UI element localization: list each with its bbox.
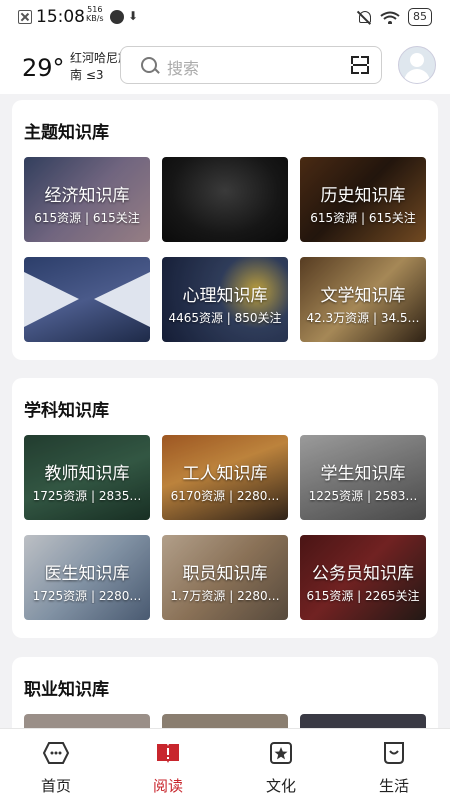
tile-name: 文学知识库 [320, 286, 406, 306]
section-subject-library: 学科知识库 教师知识库 1725资源 | 2835… 工人知识库 6170资源 … [12, 378, 438, 638]
tab-label: 首页 [40, 777, 71, 795]
mute-bell-icon [356, 9, 372, 25]
tile-stats: 615资源 | 615关注 [34, 211, 140, 225]
section-title: 学科知识库 [24, 401, 109, 421]
tab-reading[interactable]: 阅读 [112, 729, 224, 801]
tile-stats: 1225资源 | 2583… [308, 489, 418, 503]
library-tile-abstract[interactable] [24, 257, 150, 342]
tile-stats: 4465资源 | 850关注 [168, 311, 282, 325]
life-icon [384, 742, 404, 764]
browser-notification-icon [110, 10, 124, 24]
avatar[interactable] [398, 46, 436, 84]
tab-label: 生活 [378, 777, 409, 795]
tile-decoration [24, 272, 150, 327]
weather-temperature: 29° [22, 54, 65, 82]
library-tile-doctor[interactable]: 医生知识库 1725资源 | 2280… [24, 535, 150, 620]
network-speed-value: 516 [87, 5, 103, 14]
tile-name: 公务员知识库 [312, 564, 414, 584]
download-icon: ⬇ [128, 9, 139, 23]
library-tile-civil-servant[interactable]: 公务员知识库 615资源 | 2265关注 [300, 535, 426, 620]
tab-label: 阅读 [152, 777, 183, 795]
library-tile-dark[interactable] [162, 157, 288, 242]
library-tile-history[interactable]: 历史知识库 615资源 | 615关注 [300, 157, 426, 242]
reading-icon [157, 744, 179, 763]
search-icon [141, 57, 157, 73]
tile-stats: 1725资源 | 2280… [32, 589, 142, 603]
app-notification-icon [18, 10, 32, 24]
tab-label: 文化 [265, 777, 296, 795]
tile-name: 心理知识库 [182, 286, 268, 306]
wifi-icon [380, 10, 400, 24]
search-input[interactable]: 搜索 [120, 46, 382, 84]
tile-name: 历史知识库 [320, 186, 406, 206]
tile-name: 工人知识库 [182, 464, 268, 484]
tile-stats: 1725资源 | 2835… [32, 489, 142, 503]
tile-name: 经济知识库 [44, 186, 130, 206]
library-tile-student[interactable]: 学生知识库 1225资源 | 2583… [300, 435, 426, 520]
section-theme-library: 主题知识库 经济知识库 615资源 | 615关注 历史知识库 615资源 | … [12, 100, 438, 360]
bottom-tab-bar: 首页 阅读 文化 生活 [0, 728, 450, 801]
tile-stats: 6170资源 | 2280… [170, 489, 280, 503]
top-header: 29° 红河哈尼族彝族自治州 南 ≤3 搜索 [0, 34, 450, 94]
status-bar: 15:08 516 KB/s ⬇ 85 [0, 0, 450, 34]
tile-name: 教师知识库 [44, 464, 130, 484]
tile-name: 医生知识库 [44, 564, 130, 584]
tile-name: 学生知识库 [320, 464, 406, 484]
section-title: 主题知识库 [24, 123, 109, 143]
library-tile-worker[interactable]: 工人知识库 6170资源 | 2280… [162, 435, 288, 520]
library-tile-economics[interactable]: 经济知识库 615资源 | 615关注 [24, 157, 150, 242]
tile-stats: 615资源 | 615关注 [310, 211, 416, 225]
tab-home[interactable]: 首页 [0, 729, 112, 801]
tile-stats: 1.7万资源 | 2280… [170, 589, 280, 603]
tile-stats: 615资源 | 2265关注 [306, 589, 420, 603]
battery-indicator: 85 [408, 8, 432, 26]
section-title: 职业知识库 [24, 680, 109, 700]
library-tile-teacher[interactable]: 教师知识库 1725资源 | 2835… [24, 435, 150, 520]
network-speed: 516 KB/s [86, 5, 104, 23]
culture-icon [270, 742, 292, 764]
network-speed-unit: KB/s [86, 14, 104, 23]
home-icon [43, 742, 69, 764]
scan-icon[interactable] [351, 56, 369, 74]
library-tile-clerk[interactable]: 职员知识库 1.7万资源 | 2280… [162, 535, 288, 620]
tile-stats: 42.3万资源 | 34.5… [306, 311, 420, 325]
library-tile-psychology[interactable]: 心理知识库 4465资源 | 850关注 [162, 257, 288, 342]
search-placeholder: 搜索 [167, 59, 200, 78]
tile-name: 职员知识库 [182, 564, 268, 584]
tab-culture[interactable]: 文化 [225, 729, 337, 801]
status-time: 15:08 [36, 7, 85, 27]
library-tile-literature[interactable]: 文学知识库 42.3万资源 | 34.5… [300, 257, 426, 342]
tab-life[interactable]: 生活 [338, 729, 450, 801]
